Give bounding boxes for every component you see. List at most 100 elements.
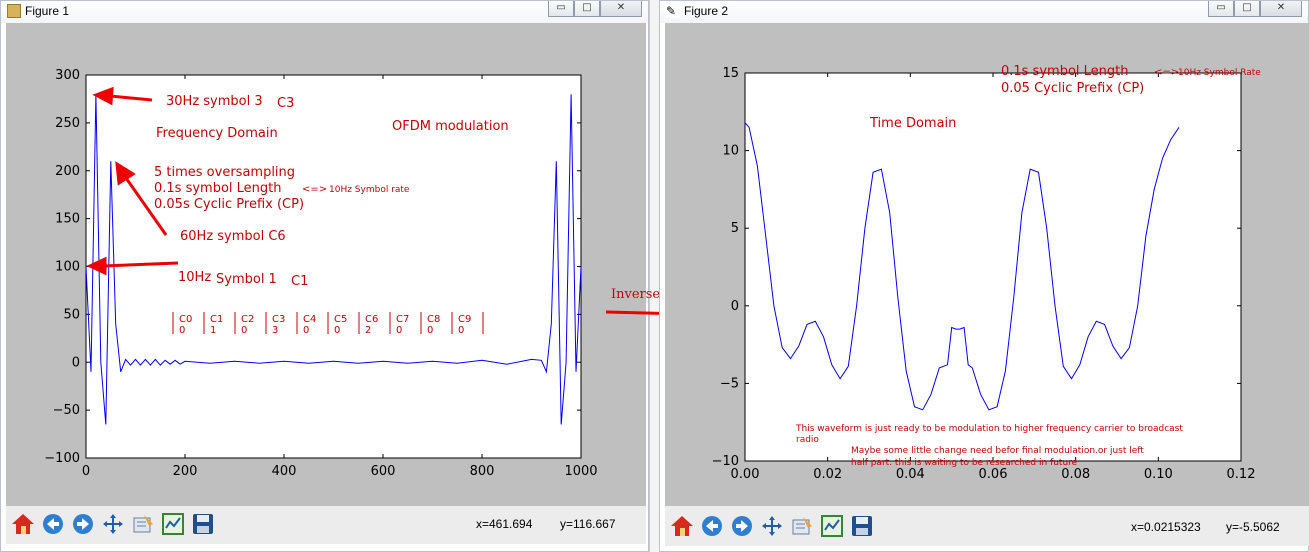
fig1-ytick-label: 0	[72, 355, 80, 370]
annotation-c1: C1	[291, 274, 308, 289]
annotation-symbol-length: 0.1s symbol Length	[154, 181, 282, 196]
subplots-icon[interactable]	[818, 512, 846, 540]
figure2-coord-x: x=0.0215323	[1131, 520, 1201, 534]
annotation-waveform-note: This waveform is just ready to be modula…	[795, 424, 1183, 434]
coefficient-value: 1	[210, 325, 216, 336]
pan-icon[interactable]	[758, 512, 786, 540]
figure2-axes-background	[744, 72, 1242, 462]
fig2-ytick-label: 5	[731, 221, 739, 236]
annotation-symbol-rate-2: 10Hz Symbol Rate	[1178, 68, 1261, 78]
annotation-symbol-1: Symbol 1	[216, 272, 277, 287]
fig1-ytick-label: 300	[55, 68, 80, 83]
fig2-ytick-label: −10	[712, 454, 739, 469]
fig1-ytick-label: 250	[55, 116, 80, 131]
minimize-button[interactable]: ▭	[548, 1, 574, 17]
fig1-xtick-label: 800	[470, 464, 495, 479]
coefficient-value: 2	[365, 325, 371, 336]
coefficient-header: C0	[179, 314, 192, 325]
back-icon[interactable]	[39, 510, 67, 538]
fig2-xtick-label: 0.02	[813, 467, 842, 482]
figure1-toolbar: x=461.694 y=116.667	[6, 506, 646, 544]
fig1-ytick-label: 100	[55, 260, 80, 275]
fig1-xtick-label: 1000	[564, 464, 597, 479]
fig1-ytick-label: −50	[53, 403, 80, 418]
home-icon[interactable]	[668, 512, 696, 540]
fig2-xtick-label: 0.08	[1061, 467, 1090, 482]
coefficient-header: C2	[241, 314, 254, 325]
subplots-icon[interactable]	[159, 510, 187, 538]
figure2-window: ✎ Figure 2 ▭ □ ✕ 0.00 0.02 0.04 0.06 0.08 0.1…	[659, 0, 1309, 552]
coefficient-value: 0	[303, 325, 309, 336]
annotation-waveform-note-cont: radio	[796, 435, 819, 445]
annotation-frequency-domain: Frequency Domain	[156, 126, 278, 141]
coefficient-value: 0	[427, 325, 433, 336]
coefficient-value: 0	[458, 325, 464, 336]
coefficient-value: 0	[241, 325, 247, 336]
fig2-ytick-label: 0	[731, 299, 739, 314]
annotation-symbol-rate: 10Hz Symbol rate	[329, 185, 410, 195]
annotation-10hz: 10Hz	[178, 270, 211, 285]
coefficient-header: C7	[396, 314, 409, 325]
minimize-button[interactable]: ▭	[1208, 1, 1234, 17]
coefficient-value: 3	[272, 325, 278, 336]
figure2-titlebar[interactable]: ✎ Figure 2 ▭ □ ✕	[660, 1, 1308, 23]
close-button[interactable]: ✕	[1260, 1, 1302, 17]
coefficient-header: C3	[272, 314, 285, 325]
save-icon[interactable]	[189, 510, 217, 538]
annotation-time-domain: Time Domain	[869, 116, 956, 131]
maximize-button[interactable]: □	[1234, 1, 1260, 17]
figure2-plot: 0.00 0.02 0.04 0.06 0.08 0.10 0.12−10−5051015 …	[712, 64, 1262, 482]
forward-icon[interactable]	[69, 510, 97, 538]
annotation-30hz: 30Hz symbol 3	[166, 94, 263, 109]
close-button[interactable]: ✕	[600, 1, 642, 17]
figure2-canvas[interactable]: 0.00 0.02 0.04 0.06 0.08 0.10 0.12 −10 −5 0 5 10 15 …	[665, 23, 1309, 506]
coefficient-value: 0	[334, 325, 340, 336]
coefficient-header: C6	[365, 314, 378, 325]
matplotlib-app-icon	[7, 4, 21, 18]
coefficient-value: 0	[396, 325, 402, 336]
annotation-modulation-note: Maybe some little change need befor fina…	[851, 446, 1144, 456]
fig1-ytick-label: 150	[55, 212, 80, 227]
home-icon[interactable]	[9, 510, 37, 538]
fig2-xtick-label: 0.12	[1227, 467, 1256, 482]
fig1-ytick-label: 50	[63, 307, 80, 322]
figure2-toolbar: x=0.0215323 y=-5.5062	[665, 506, 1309, 546]
figure1-canvas[interactable]: 0 200 400 600 800 1000 −100 −50 0 50 100 150 200 250 3…	[6, 23, 646, 506]
annotation-c3: C3	[277, 96, 294, 111]
figure2-title: Figure 2	[684, 4, 729, 18]
fig1-ytick-label: 200	[55, 164, 80, 179]
figure1-title: Figure 1	[25, 4, 70, 18]
coefficient-header: C5	[334, 314, 347, 325]
zoom-icon[interactable]	[129, 510, 157, 538]
annotation-cyclic-prefix: 0.05s Cyclic Prefix (CP)	[154, 197, 304, 212]
figure1-window: Figure 1 ▭ □ ✕ 0 200 400 600 800 1000 −100 −50 0…	[0, 0, 649, 552]
coefficient-header: C9	[458, 314, 471, 325]
back-icon[interactable]	[698, 512, 726, 540]
annotation-oversampling: 5 times oversampling	[154, 165, 295, 180]
figure2-coord-y: y=-5.5062	[1226, 520, 1280, 534]
fig2-xtick-label: 0.06	[979, 467, 1008, 482]
figure1-coord-y: y=116.667	[560, 517, 616, 531]
forward-icon[interactable]	[728, 512, 756, 540]
coefficient-value: 0	[179, 325, 185, 336]
fig1-xtick-label: 0	[82, 464, 90, 479]
fig2-ytick-label: 10	[722, 144, 739, 159]
annotation-modulation-note-cont: half part. this is waiting to be researc…	[851, 458, 1078, 468]
save-icon[interactable]	[848, 512, 876, 540]
maximize-button[interactable]: □	[574, 1, 600, 17]
fig2-ytick-label: −5	[720, 376, 739, 391]
figure1-titlebar[interactable]: Figure 1 ▭ □ ✕	[1, 1, 648, 23]
annotation-60hz: 60Hz symbol C6	[180, 229, 286, 244]
coefficient-header: C4	[303, 314, 316, 325]
pen-app-icon: ✎	[666, 4, 680, 18]
annotation-cyclic-prefix-2: 0.05 Cyclic Prefix (CP)	[1001, 81, 1144, 96]
figure1-plot: 0 200 400 600 800 1000−100−500501001502002503…	[44, 68, 597, 479]
coefficient-header: C8	[427, 314, 440, 325]
coefficient-header: C1	[210, 314, 223, 325]
zoom-icon[interactable]	[788, 512, 816, 540]
fig2-ytick-label: 15	[722, 66, 739, 81]
fig1-xtick-label: 400	[272, 464, 297, 479]
pan-icon[interactable]	[99, 510, 127, 538]
fig1-ytick-label: −100	[44, 451, 80, 466]
annotation-ofdm: OFDM modulation	[392, 119, 509, 134]
